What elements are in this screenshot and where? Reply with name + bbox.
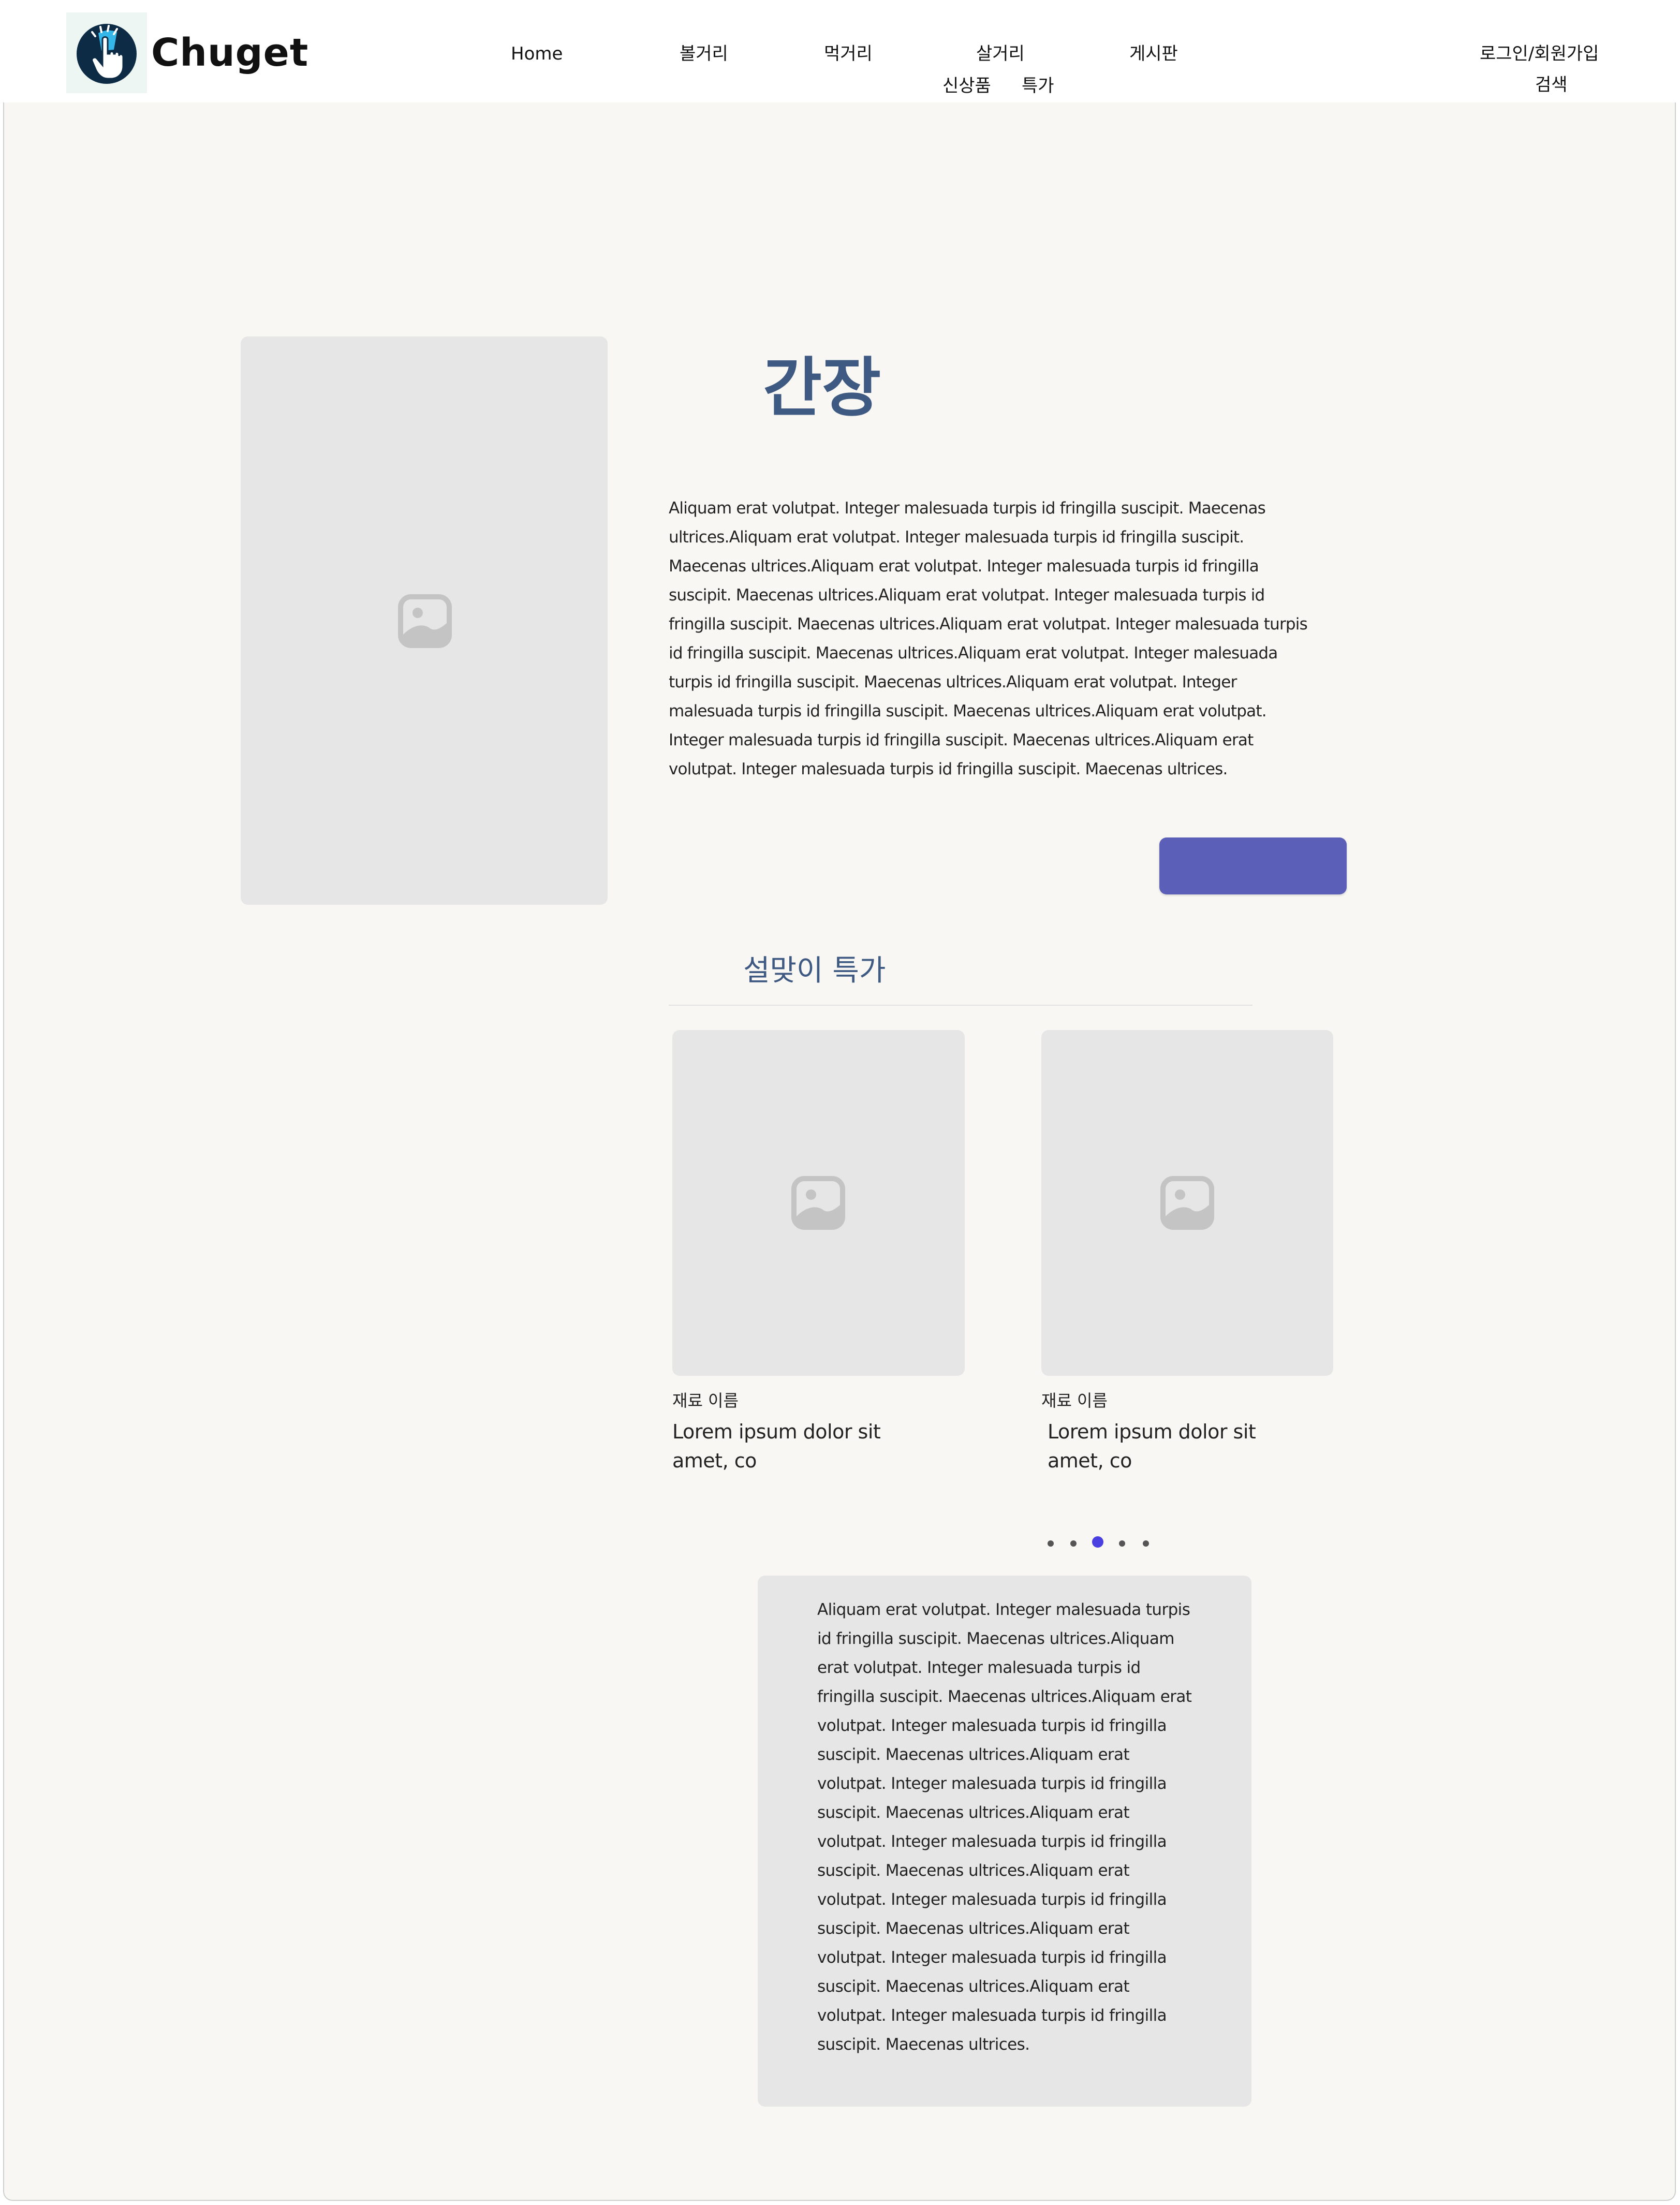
promo-item-name: 재료 이름 — [672, 1391, 739, 1410]
nav-shopping[interactable]: 살거리 — [976, 42, 1025, 65]
info-text: Aliquam erat volutpat. Integer malesuada… — [817, 1600, 1192, 2054]
product-title: 간장 — [763, 351, 881, 425]
promo-section-title: 설맞이 특가 — [743, 954, 886, 988]
promo-card-image[interactable] — [1041, 1030, 1333, 1376]
carousel-dot[interactable] — [1143, 1540, 1149, 1547]
promo-card-image[interactable] — [672, 1030, 965, 1376]
promo-item-name: 재료 이름 — [1041, 1391, 1108, 1410]
brand-name[interactable]: Chuget — [151, 27, 308, 79]
carousel-dot-active[interactable] — [1092, 1536, 1103, 1548]
section-divider — [669, 1005, 1252, 1006]
logo[interactable] — [66, 12, 147, 93]
pointer-hand-logo-icon — [77, 24, 137, 84]
carousel-dot[interactable] — [1048, 1540, 1054, 1547]
site-header: Chuget Home 볼거리 먹거리 살거리 게시판 신상품 특가 로그인/회… — [3, 0, 1676, 102]
product-image — [241, 336, 608, 905]
carousel-dot[interactable] — [1119, 1540, 1125, 1547]
product-description: Aliquam erat volutpat. Integer malesuada… — [669, 499, 1308, 778]
promo-item-description: Lorem ipsum dolor sit amet, co — [672, 1420, 881, 1472]
info-panel: Aliquam erat volutpat. Integer malesuada… — [758, 1576, 1251, 2107]
subnav-special[interactable]: 특가 — [1022, 75, 1054, 97]
promo-item-description: Lorem ipsum dolor sit amet, co — [1048, 1420, 1256, 1472]
nav-sights[interactable]: 볼거리 — [680, 42, 728, 65]
nav-home[interactable]: Home — [511, 42, 563, 65]
primary-action-button[interactable] — [1159, 837, 1347, 894]
image-placeholder-icon — [791, 1176, 845, 1230]
login-signup-link[interactable]: 로그인/회원가입 — [1480, 42, 1599, 65]
subnav-new-products[interactable]: 신상품 — [942, 75, 991, 97]
image-placeholder-icon — [1160, 1176, 1214, 1230]
carousel-dot[interactable] — [1070, 1540, 1077, 1547]
search-link[interactable]: 검색 — [1535, 74, 1568, 96]
image-placeholder-icon — [398, 594, 452, 648]
nav-board[interactable]: 게시판 — [1129, 42, 1178, 65]
nav-food[interactable]: 먹거리 — [824, 42, 873, 65]
